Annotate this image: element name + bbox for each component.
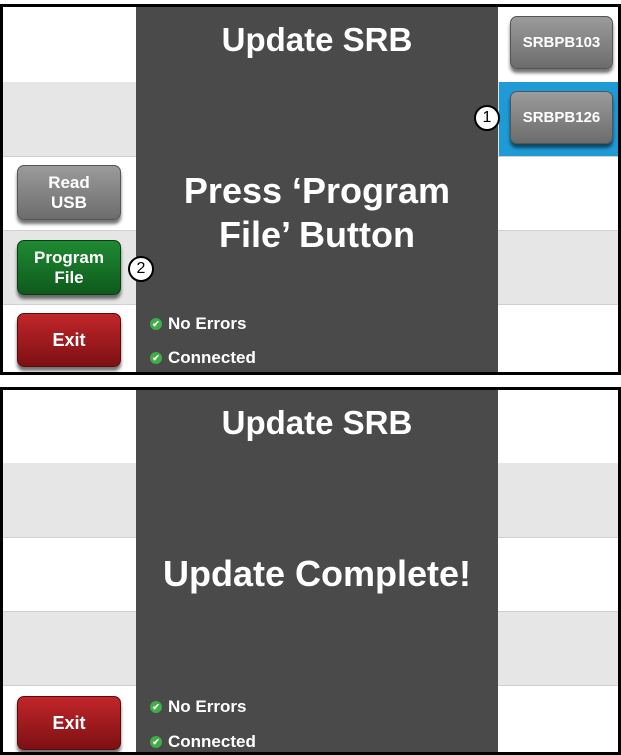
exit-label: Exit — [52, 330, 86, 350]
check-icon: ✔ — [150, 352, 162, 364]
update-srb-screen-step1: Read USB Program File Exit SRBPB103 SRBPB1… — [0, 4, 621, 375]
screen-title: Update SRB — [221, 404, 413, 441]
instruction-message: Press ‘Program File’ Button — [136, 169, 498, 257]
callout-number: 1 — [482, 109, 492, 126]
program-file-button[interactable]: Program File — [17, 240, 121, 295]
status-no-errors: ✔ No Errors — [150, 314, 246, 334]
program-file-label-line1: Program — [34, 247, 104, 267]
read-usb-label-line2: USB — [51, 192, 87, 212]
exit-button[interactable]: Exit — [17, 313, 121, 367]
read-usb-label-line1: Read — [48, 172, 90, 192]
screen-title: Update SRB — [221, 21, 413, 58]
device-button-srbpb126[interactable]: SRBPB126 — [510, 91, 613, 144]
callout-number: 2 — [136, 260, 146, 277]
device-label: SRBPB103 — [522, 33, 601, 51]
status-text: Connected — [168, 348, 256, 367]
status-text: No Errors — [168, 314, 247, 333]
status-panel: Update SRB Press ‘Program File’ Button ✔… — [136, 7, 498, 372]
check-icon: ✔ — [150, 318, 162, 330]
exit-button[interactable]: Exit — [17, 696, 121, 750]
exit-label: Exit — [52, 713, 86, 733]
device-button-srbpb103[interactable]: SRBPB103 — [510, 16, 613, 69]
instruction-line2: File’ Button — [219, 214, 415, 255]
status-text: Connected — [168, 732, 256, 751]
status-text: No Errors — [168, 697, 247, 716]
status-no-errors: ✔ No Errors — [150, 697, 246, 717]
status-connected: ✔ Connected — [150, 732, 256, 752]
completion-message: Update Complete! — [162, 553, 472, 594]
callout-marker-1: 1 — [474, 105, 500, 131]
status-connected: ✔ Connected — [150, 348, 256, 368]
read-usb-button[interactable]: Read USB — [17, 165, 121, 220]
program-file-label-line2: File — [54, 267, 84, 287]
instruction-line1: Press ‘Program — [183, 170, 451, 211]
callout-marker-2: 2 — [128, 256, 154, 282]
check-icon: ✔ — [150, 736, 162, 748]
device-label: SRBPB126 — [522, 108, 601, 126]
status-panel: Update SRB Update Complete! ✔ No Errors … — [136, 390, 498, 752]
update-srb-screen-complete: Exit Update SRB Update Complete! ✔ No Er… — [0, 387, 621, 755]
check-icon: ✔ — [150, 701, 162, 713]
